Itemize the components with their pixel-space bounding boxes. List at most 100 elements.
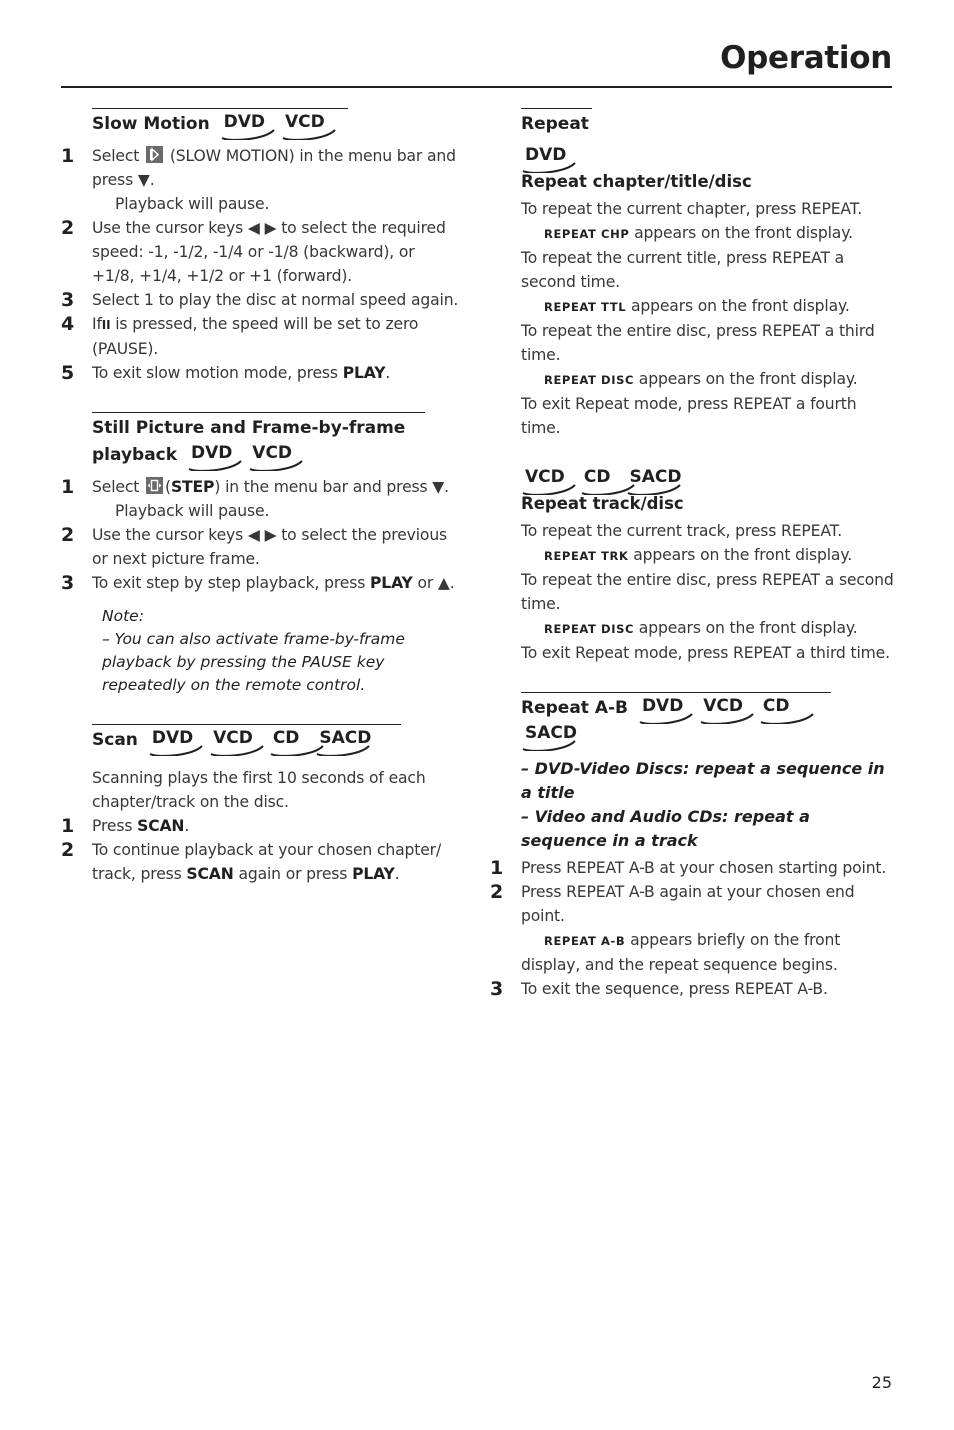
display-code: REPEAT DISC <box>544 622 634 636</box>
step-text: . <box>385 364 391 382</box>
step-text: Press <box>92 817 133 835</box>
page-number: 25 <box>871 1373 892 1392</box>
heading-text: playback <box>92 445 178 465</box>
step-text: Use the cursor keys ◀ ▶ to select the re… <box>92 219 446 285</box>
step-5: 5 To exit slow motion mode, press PLAY. <box>61 361 461 385</box>
display-code: REPEAT TRK <box>544 549 629 563</box>
note: Note: – You can also activate frame-by-f… <box>92 605 461 697</box>
bullet-item: – Video and Audio CDs: repeat a sequence… <box>521 807 810 850</box>
step-number: 2 <box>490 881 504 903</box>
instruction-line: To exit Repeat mode, press REPEAT a thir… <box>521 644 890 662</box>
key-label: STEP <box>170 478 215 496</box>
disc-logo-dvd: DVD <box>220 111 275 140</box>
section-heading: Repeat A-B DVD VCD CD SACD <box>521 692 831 751</box>
section-heading: Slow Motion DVD VCD <box>92 108 348 140</box>
step-text: Select <box>92 478 140 496</box>
subsection-heading: Repeat track/disc <box>521 494 684 513</box>
step-2: 2 Use the cursor keys ◀ ▶ to select the … <box>61 523 461 571</box>
display-text: appears on the front display. <box>628 546 853 564</box>
step-number: 2 <box>61 217 75 239</box>
step-text: ) in the menu bar and press ▼. <box>214 478 449 496</box>
instruction-line: To repeat the entire disc, press REPEAT … <box>521 571 894 613</box>
section-slow-motion: Slow Motion DVD VCD 1 Select (SLOW MOTIO… <box>61 108 461 385</box>
step-text: Use the cursor keys ◀ ▶ to select the pr… <box>92 526 448 568</box>
disc-logo-sacd: SACD <box>626 466 688 495</box>
section-heading: Scan DVD VCD CD SACD <box>92 724 401 756</box>
section-still-picture: Still Picture and Frame-by-frame playbac… <box>61 412 461 697</box>
key-label: SCAN <box>186 865 234 883</box>
step-number: 3 <box>61 572 75 594</box>
section-heading: Still Picture and Frame-by-frame playbac… <box>92 412 425 471</box>
display-code: REPEAT A-B <box>544 934 626 948</box>
step-number: 3 <box>61 289 75 311</box>
pause-icon: II <box>101 318 111 332</box>
disc-logo-dvd: DVD <box>187 442 242 471</box>
step-number: 3 <box>490 978 504 1000</box>
heading-text: Slow Motion <box>92 114 210 134</box>
display-line: REPEAT TTL appears on the front display. <box>521 294 900 319</box>
step-number: 1 <box>61 815 75 837</box>
step-result: Playback will pause. <box>115 195 270 213</box>
step-2: 2 To continue playback at your chosen ch… <box>61 839 442 883</box>
step-text: Select 1 to play the disc at normal spee… <box>92 291 459 309</box>
step-text: To exit slow motion mode, press <box>92 364 338 382</box>
instruction-line: To repeat the current track, press REPEA… <box>521 522 843 540</box>
repeat-cd-lines: To repeat the current track, press REPEA… <box>521 519 900 665</box>
step-text: again or press <box>238 865 348 883</box>
instruction-line: To repeat the current chapter, press REP… <box>521 200 863 218</box>
section-heading: Repeat <box>521 108 592 138</box>
step-number: 1 <box>61 145 75 167</box>
disc-logo-vcd: VCD <box>699 695 754 724</box>
disc-logo-cd: CD <box>580 466 635 495</box>
step-1: 1 Select (STEP) in the menu bar and pres… <box>61 475 461 523</box>
step-text: Press REPEAT A-B again at your chosen en… <box>521 883 855 925</box>
bullet-item: – DVD-Video Discs: repeat a sequence in … <box>521 759 885 802</box>
section-scan: Scan DVD VCD CD SACD Scanning plays the … <box>61 724 461 886</box>
step-text: If <box>92 315 102 333</box>
left-column: Slow Motion DVD VCD 1 Select (SLOW MOTIO… <box>61 108 461 886</box>
disc-logo-dvd: DVD <box>521 144 576 173</box>
step-number: 2 <box>61 839 75 861</box>
display-code: REPEAT TTL <box>544 300 627 314</box>
step-3: 3 To exit step by step playback, press P… <box>61 571 461 595</box>
key-label: PLAY <box>370 574 413 592</box>
disc-logo-vcd: VCD <box>209 727 264 756</box>
instruction-line: To repeat the current title, press REPEA… <box>521 249 845 291</box>
display-line: REPEAT DISC appears on the front display… <box>521 616 900 641</box>
step-number: 5 <box>61 362 75 384</box>
display-text: appears on the front display. <box>634 370 858 388</box>
title-rule <box>61 86 892 88</box>
step-3: 3 Select 1 to play the disc at normal sp… <box>61 288 461 312</box>
step-1: 1 Press SCAN. <box>61 815 190 837</box>
note-text: – You can also activate frame-by-frame p… <box>102 630 405 694</box>
key-label: PLAY <box>342 364 386 382</box>
step-text: or ▲. <box>417 574 455 592</box>
display-text: appears on the front display. <box>634 619 858 637</box>
disc-logo-sacd: SACD <box>315 727 377 756</box>
step-result: Playback will pause. <box>115 502 270 520</box>
repeat-dvd-lines: To repeat the current chapter, press REP… <box>521 197 900 440</box>
step-text: To exit step by step playback, press <box>92 574 366 592</box>
step-icon <box>146 477 164 494</box>
step-number: 4 <box>61 313 75 335</box>
step-4: 4 IfII is pressed, the speed will be set… <box>61 312 461 361</box>
step-2: 2 Use the cursor keys ◀ ▶ to select the … <box>61 216 461 288</box>
disc-logo-cd: CD <box>759 695 814 724</box>
step-2: 2 Press REPEAT A-B again at your chosen … <box>490 880 900 977</box>
step-text: is pressed, the speed will be set to zer… <box>92 315 419 358</box>
disc-logo-vcd: VCD <box>521 466 576 495</box>
disc-logo-cd: CD <box>269 727 324 756</box>
slow-motion-icon <box>146 146 164 163</box>
display-line: REPEAT TRK appears on the front display. <box>521 543 900 568</box>
step-text: Press REPEAT A-B at your chosen starting… <box>521 859 887 877</box>
display-line: REPEAT DISC appears on the front display… <box>521 367 900 392</box>
heading-text: Still Picture and Frame-by-frame <box>92 418 406 438</box>
instruction-line: To exit Repeat mode, press REPEAT a four… <box>521 395 857 437</box>
display-text: appears on the front display. <box>629 224 853 242</box>
key-label: PLAY <box>352 865 395 883</box>
display-text: appears on the front display. <box>626 297 850 315</box>
disc-logo-sacd: SACD <box>521 722 583 751</box>
step-1: 1 Select (SLOW MOTION) in the menu bar a… <box>61 144 461 216</box>
step-number: 1 <box>61 476 75 498</box>
step-text: Select <box>92 147 140 165</box>
